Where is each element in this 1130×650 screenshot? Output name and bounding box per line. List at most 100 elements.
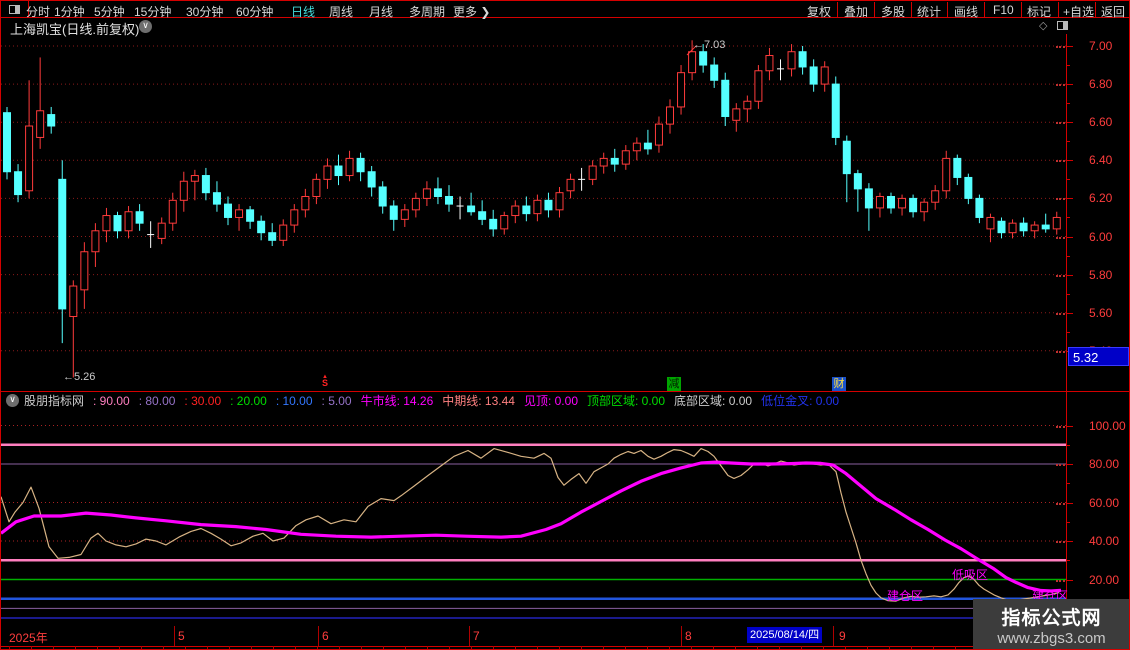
time-tick (757, 646, 758, 650)
indicator-header: ∨ 股朋指标网 : 90.00: 80.00: 30.00: 20.00: 10… (1, 392, 1066, 409)
indicator-param: : 30.00 (184, 394, 221, 408)
axis-leader-dots (1056, 351, 1065, 353)
chevron-down-icon[interactable]: ∨ (139, 20, 152, 33)
time-tick (889, 646, 890, 650)
time-tick (317, 646, 318, 650)
time-tick (207, 646, 208, 650)
candle-body (633, 143, 640, 151)
month-label: 6 (322, 629, 329, 643)
candle-body (799, 52, 806, 67)
candle-body (954, 158, 961, 177)
candle-body (667, 107, 674, 124)
candle-body (854, 174, 861, 189)
time-tick (251, 646, 252, 650)
candle-body (158, 223, 165, 238)
candle-body (556, 193, 563, 210)
candle-body (1009, 223, 1016, 233)
menu-item-+自选[interactable]: +自选 (1063, 3, 1094, 20)
candle-body (998, 221, 1005, 232)
axis-leader-dots (1056, 464, 1065, 466)
candle-body (280, 225, 287, 240)
candle-body (468, 206, 475, 212)
time-tick (427, 646, 428, 650)
zone-label: 建仓区 (887, 587, 923, 604)
candle-body (92, 231, 99, 252)
time-tick (955, 646, 956, 650)
candle-body (269, 233, 276, 241)
candle-body (202, 176, 209, 193)
candle-body (169, 200, 176, 223)
candle-body (225, 204, 232, 217)
title-bar: 上海凯宝(日线.前复权) ∨ ◇ (1, 18, 1066, 34)
candle-body (313, 179, 320, 196)
candle-body (346, 158, 353, 175)
axis-tick-minor (1066, 237, 1070, 238)
candle-body (1053, 217, 1060, 228)
axis-tick-minor (1066, 580, 1070, 581)
candle-body (644, 143, 651, 149)
series-牛市线 (1, 462, 1061, 591)
time-tick (559, 646, 560, 650)
candle-body (59, 179, 66, 309)
candle-body (755, 71, 762, 101)
time-tick (867, 646, 868, 650)
diamond-icon[interactable]: ◇ (1039, 19, 1047, 32)
time-tick (405, 646, 406, 650)
month-divider (681, 626, 682, 646)
candle-body (655, 124, 662, 145)
candle-body (191, 176, 198, 182)
indicator-param: 低位金叉: 0.00 (761, 392, 839, 409)
price-label: 5.60 (1089, 306, 1112, 320)
axis-leader-dots (1056, 426, 1065, 428)
time-tick (669, 646, 670, 650)
time-tick (603, 646, 604, 650)
candle-body (302, 196, 309, 209)
candle-body (423, 189, 430, 199)
split-panel-icon[interactable] (1057, 21, 1068, 33)
indicator-param: 中期线: 13.44 (442, 392, 515, 409)
menu-divider (874, 2, 875, 17)
month-divider (318, 626, 319, 646)
candle-body (180, 181, 187, 200)
axis-tick-minor (1066, 541, 1070, 542)
axis-tick-minor (1066, 160, 1070, 161)
candle-body (921, 202, 928, 212)
candle-body (523, 206, 530, 214)
candle-body (843, 141, 850, 173)
watermark: 指标公式网 www.zbgs3.com (973, 599, 1130, 650)
time-tick (581, 646, 582, 650)
indicator-param: 牛市线: 14.26 (361, 392, 434, 409)
price-axis-line (1066, 34, 1067, 646)
time-tick (713, 646, 714, 650)
time-tick (537, 646, 538, 650)
candle-body (932, 191, 939, 202)
price-label: 6.00 (1089, 230, 1112, 244)
time-tick (493, 646, 494, 650)
candle-body (446, 196, 453, 204)
candle-body (501, 216, 508, 229)
axis-tick-minor (1066, 332, 1070, 333)
time-tick (9, 646, 10, 650)
menu-item-F10[interactable]: F10 (993, 3, 1014, 17)
candle-body (545, 200, 552, 210)
axis-leader-dots (1056, 541, 1065, 543)
candle-body (567, 179, 574, 190)
time-tick (823, 646, 824, 650)
marker-wealth-flag: 财 (832, 377, 846, 391)
time-tick (273, 646, 274, 650)
time-tick (141, 646, 142, 650)
candle-body (37, 111, 44, 138)
time-tick (339, 646, 340, 650)
time-tick (801, 646, 802, 650)
candle-body (976, 198, 983, 217)
last-price-badge: 5.32 (1068, 347, 1129, 366)
window-layout-icon[interactable] (1, 1, 29, 17)
marker-reduce-flag: 减 (667, 377, 681, 391)
menu-item-返回[interactable]: 返回 (1101, 3, 1125, 20)
candle-body (390, 206, 397, 219)
price-label: 5.80 (1089, 268, 1112, 282)
indicator-chevron-icon[interactable]: ∨ (6, 394, 19, 407)
time-tick (75, 646, 76, 650)
candle-body (434, 189, 441, 197)
indicator-name[interactable]: 股朋指标网 (24, 392, 84, 409)
